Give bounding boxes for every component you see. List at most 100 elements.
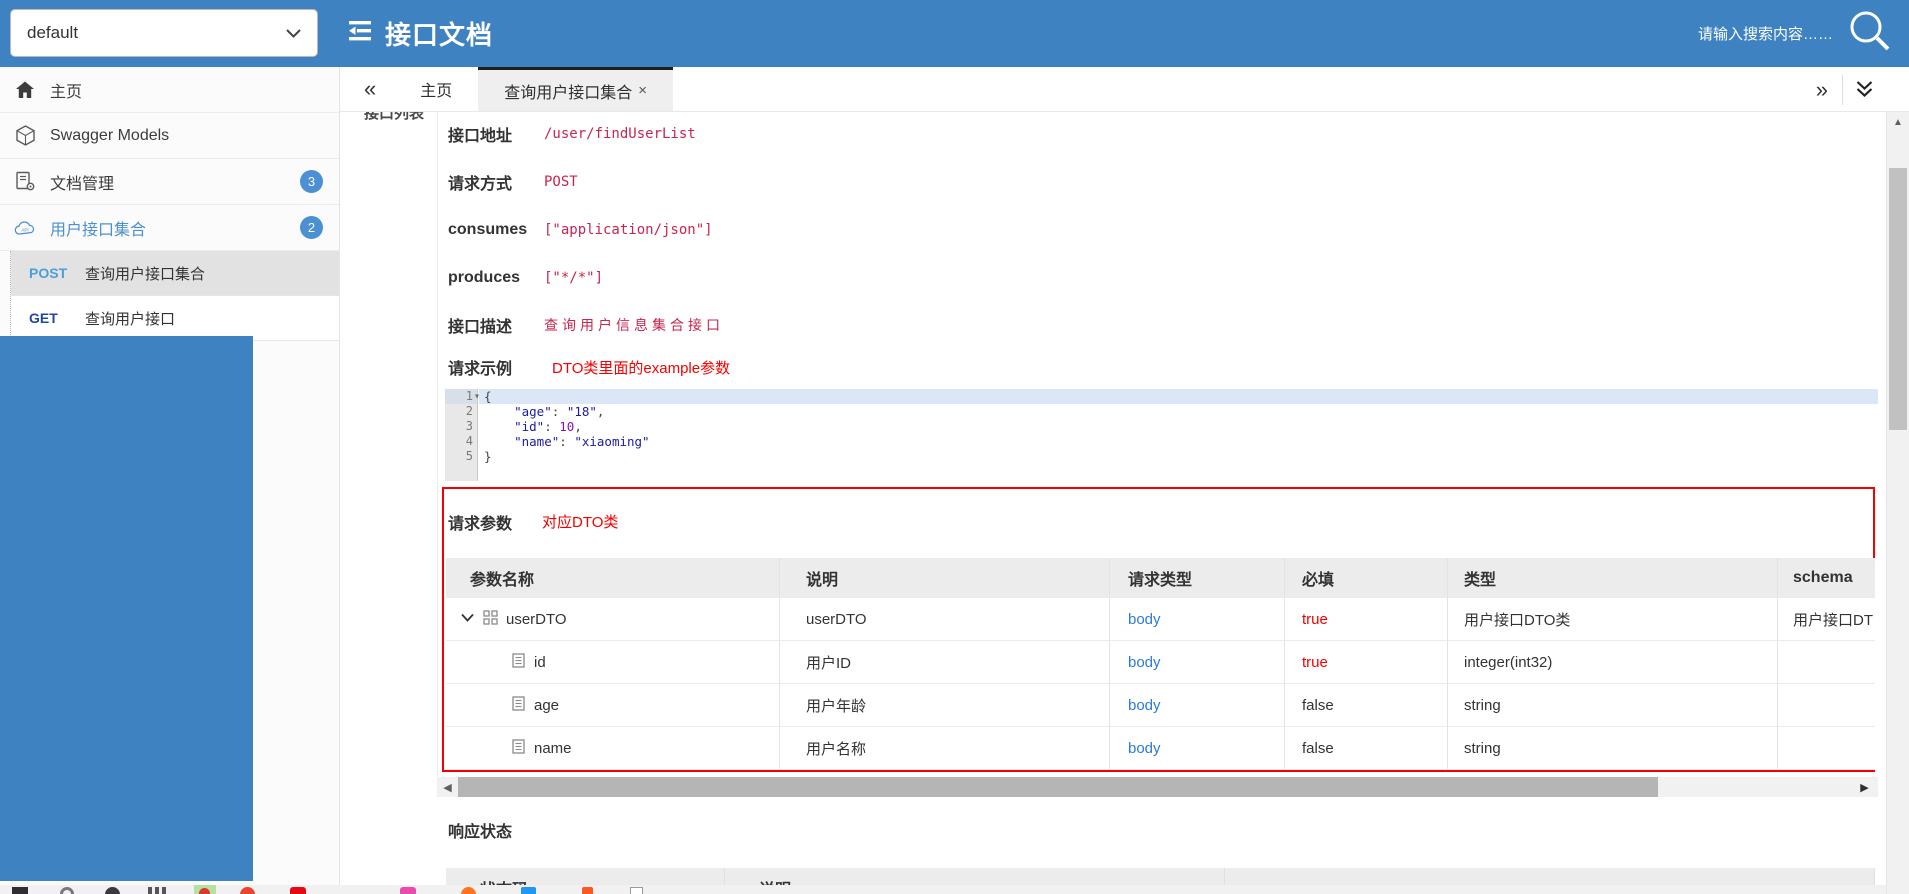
cell-request-type: body	[1110, 641, 1285, 684]
cell-required: true	[1285, 598, 1448, 641]
cell-type: 用户接口DTO类	[1448, 598, 1778, 641]
table-row-param-name: id	[446, 641, 780, 684]
cloud-api-icon: API	[14, 217, 36, 239]
search-input[interactable]: 请输入搜索内容……	[1698, 23, 1833, 44]
api-group-select[interactable]: default	[10, 9, 318, 57]
field-doc-icon	[512, 652, 525, 672]
tab-label: 主页	[420, 83, 453, 100]
sidebar-operation-get-find-user[interactable]: GET 查询用户接口	[11, 296, 339, 341]
sidebar-item-swagger-models[interactable]: Swagger Models	[0, 113, 339, 159]
col-header-status-desc: 说明	[725, 868, 1225, 885]
response-status-label: 响应状态	[448, 824, 513, 841]
tabs-scroll-right-icon[interactable]: »	[1802, 78, 1842, 101]
cell-schema	[1778, 727, 1875, 770]
api-group-select-value: default	[27, 23, 79, 42]
cell-schema: 用户接口DT	[1778, 598, 1875, 641]
vertical-scrollbar: ▲	[1886, 112, 1909, 894]
field-doc-icon	[512, 738, 525, 758]
taskbar-app-icon[interactable]	[521, 887, 536, 894]
json-example-editor[interactable]: 1 ▾ 2 3 4 5 { "age": "18", "id": 10, "nam…	[445, 389, 1878, 481]
code-line: "name": "xiaoming"	[514, 434, 650, 449]
vertical-scroll-thumb[interactable]	[1889, 168, 1907, 430]
cell-description: userDTO	[780, 598, 1110, 641]
horizontal-scroll-thumb[interactable]	[458, 777, 1658, 797]
taskbar-app-icon[interactable]	[240, 887, 255, 894]
expand-chevron-icon[interactable]	[460, 610, 475, 629]
models-hexagon-icon	[14, 125, 36, 147]
cell-type: string	[1448, 684, 1778, 727]
request-params-label: 请求参数	[448, 516, 513, 533]
cell-schema	[1778, 684, 1875, 727]
cell-description: 用户名称	[780, 727, 1110, 770]
taskbar-app-icon[interactable]	[461, 887, 476, 894]
cell-schema	[1778, 641, 1875, 684]
body-link[interactable]: body	[1128, 654, 1161, 671]
taskbar-sliver	[0, 885, 1886, 894]
scroll-right-arrow-icon[interactable]: ▶	[1854, 777, 1875, 797]
field-produces: produces ["*/*"]	[448, 266, 603, 290]
taskbar-app-icon[interactable]	[148, 887, 166, 894]
field-request-method: 请求方式 POST	[448, 170, 578, 194]
col-header-description: 说明	[780, 558, 1110, 598]
tabbar: « 主页 查询用户接口集合 × »	[340, 67, 1909, 112]
scroll-left-arrow-icon[interactable]: ◀	[437, 777, 458, 797]
taskbar-app-icon[interactable]	[630, 887, 643, 894]
field-value: ["*/*"]	[544, 270, 604, 286]
method-post-label: POST	[29, 265, 68, 281]
chevron-down-icon	[286, 23, 301, 43]
cell-type: string	[1448, 727, 1778, 770]
sidebar-item-label: 主页	[50, 83, 83, 101]
taskbar-app-icon[interactable]	[105, 887, 120, 894]
col-header-type: 类型	[1448, 558, 1778, 598]
taskbar-app-icon[interactable]	[290, 887, 306, 894]
tabs-menu-double-chevron-icon[interactable]	[1843, 80, 1886, 99]
field-value: 查询用户信息集合接口	[544, 318, 724, 334]
tab-find-user-list[interactable]: 查询用户接口集合 ×	[478, 67, 674, 111]
code-line: }	[484, 449, 492, 464]
request-example-annotation: DTO类里面的example参数	[552, 359, 731, 377]
count-badge: 3	[300, 170, 323, 193]
field-api-description: 接口描述 查询用户信息集合接口	[448, 313, 724, 337]
col-header-request-type: 请求类型	[1110, 558, 1285, 598]
tabs-collapse-left-icon[interactable]: «	[364, 78, 376, 100]
app-logo: 接口文档	[349, 0, 493, 67]
col-header-status-extra	[1225, 868, 1875, 885]
sidebar-item-home[interactable]: 主页	[0, 67, 339, 113]
sidebar-item-doc-manage[interactable]: 文档管理 3	[0, 159, 339, 205]
tab-label: 查询用户接口集合	[504, 84, 633, 102]
cell-request-type: body	[1110, 598, 1285, 641]
field-label: 请求方式	[448, 176, 513, 193]
taskbar-app-icon[interactable]	[199, 888, 210, 894]
sidebar-operation-post-find-user-list[interactable]: POST 查询用户接口集合	[11, 251, 339, 296]
sidebar-item-user-api-group[interactable]: API 用户接口集合 2	[0, 205, 339, 251]
search-icon[interactable]	[1847, 8, 1893, 59]
scroll-up-arrow-icon[interactable]: ▲	[1887, 112, 1909, 132]
body-link[interactable]: body	[1128, 697, 1161, 714]
horizontal-scrollbar: ◀ ▶	[437, 777, 1878, 797]
tab-home[interactable]: 主页	[394, 67, 478, 111]
taskbar-app-icon[interactable]	[400, 887, 416, 894]
tab-close-icon[interactable]: ×	[638, 82, 647, 99]
cell-request-type: body	[1110, 684, 1285, 727]
request-example-label: 请求示例	[448, 361, 513, 378]
menu-arrow-logo-icon	[349, 20, 375, 47]
app-title: 接口文档	[385, 20, 494, 50]
sidebar-item-label: 文档管理	[50, 175, 115, 193]
cell-required: false	[1285, 727, 1448, 770]
taskbar-app-icon[interactable]	[60, 887, 74, 894]
code-line: {	[479, 389, 1878, 404]
field-label: produces	[448, 269, 521, 286]
body-link[interactable]: body	[1128, 740, 1161, 757]
col-header-schema: schema	[1778, 558, 1875, 598]
cell-description: 用户年龄	[780, 684, 1110, 727]
taskbar-app-icon[interactable]	[582, 887, 593, 894]
svg-text:API: API	[21, 227, 28, 232]
body-link[interactable]: body	[1128, 611, 1161, 628]
request-params-annotation: 对应DTO类	[542, 514, 619, 531]
table-row-param-name: age	[446, 684, 780, 727]
cell-required: false	[1285, 684, 1448, 727]
cell-type: integer(int32)	[1448, 641, 1778, 684]
code-line: "age": "18",	[514, 404, 605, 419]
request-params-table: 参数名称 说明 请求类型 必填 类型 schema userDTO userDT…	[446, 558, 1875, 770]
taskbar-app-icon[interactable]	[12, 887, 28, 894]
